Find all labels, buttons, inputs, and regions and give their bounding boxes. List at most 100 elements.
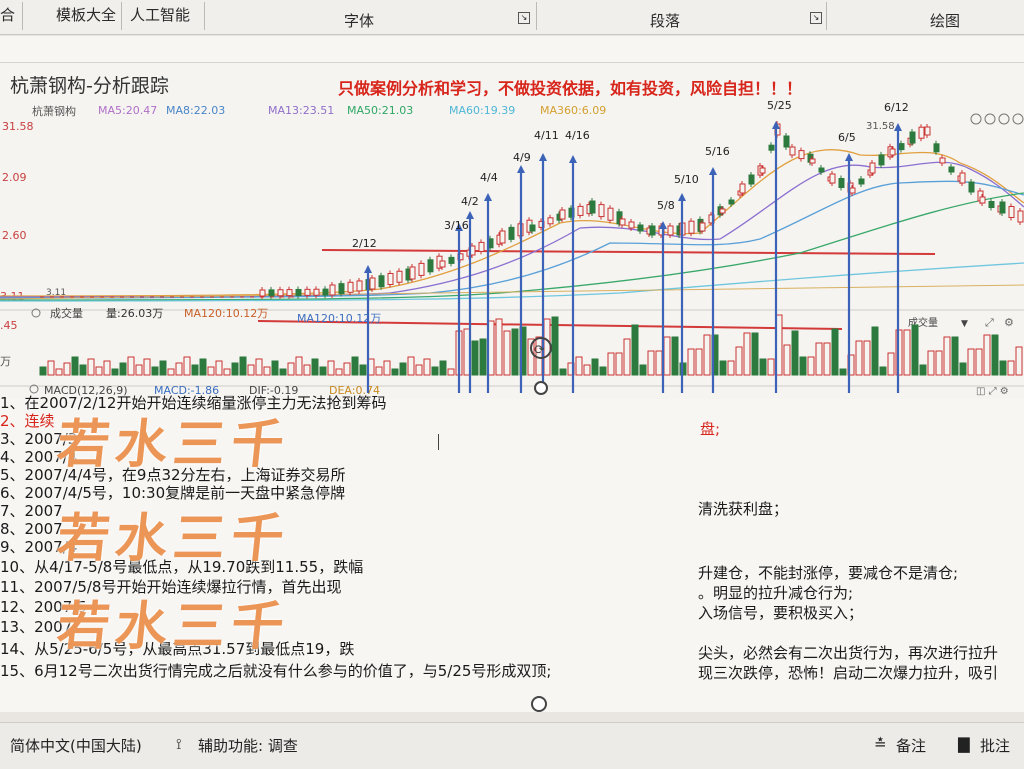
date-label: 5/8 (657, 199, 675, 212)
candle-body (427, 259, 434, 273)
ribbon: 合 模板大全 人工智能 字体 ↘ 段落 ↘ 绘图 (0, 0, 1024, 35)
stock-chart-image[interactable]: 杭萧钢构-分析跟踪 只做案例分析和学习，不做投资依据，如有投资，风险自担！！！ … (0, 62, 1024, 399)
accessibility-status[interactable]: 辅助功能: 调查 (198, 735, 298, 756)
candle-body (409, 266, 416, 280)
candle-body (688, 220, 695, 234)
language-status[interactable]: 简体中文(中国大陆) (10, 735, 142, 756)
volume-bar (39, 366, 47, 376)
candle-body (869, 162, 876, 174)
candle-body (1017, 210, 1024, 223)
chart-tool-icon (998, 113, 1010, 125)
candle-body (768, 144, 775, 151)
date-label: 3/16 (444, 219, 469, 232)
candle-body (939, 157, 946, 164)
chart-tool-icon (984, 113, 996, 125)
volume-bar (735, 346, 743, 376)
volume-bar (951, 336, 959, 376)
ma50-label: MA50:21.03 (347, 104, 413, 117)
candle-body (577, 205, 584, 216)
watermark-2: 若水三千 (54, 509, 293, 569)
candle-body (789, 146, 796, 156)
volume-bar (759, 358, 767, 376)
ribbon-separator (204, 2, 205, 30)
ribbon-item-partial[interactable]: 合 (0, 0, 15, 34)
date-label: 4/16 (565, 129, 590, 142)
volume-bar (319, 366, 327, 376)
volume-bar (279, 368, 287, 376)
chart-tool-icon (970, 113, 982, 125)
volume-bar (207, 366, 215, 376)
candle-body (347, 281, 354, 293)
comments-button[interactable]: 批注 (980, 735, 1010, 756)
notes-button[interactable]: 备注 (896, 735, 926, 756)
candle-body (959, 172, 966, 184)
candle-body (295, 288, 302, 296)
candle-body (378, 275, 385, 288)
volume-bar (991, 334, 999, 376)
candle-body (356, 280, 363, 292)
volume-bar (799, 356, 807, 376)
volume-bar (303, 364, 311, 376)
ribbon-group-paragraph: 段落 (650, 12, 681, 30)
volume-bar (559, 368, 567, 376)
candle-body (418, 262, 425, 276)
candle-body (849, 187, 856, 194)
volume-bar (879, 366, 887, 376)
candle-body (369, 277, 376, 290)
paragraph-dialog-launcher-icon[interactable]: ↘ (810, 12, 822, 24)
candle-body (829, 173, 836, 184)
chart-canvas: MA5:20.47 MA8:22.03 MA13:23.51 MA50:21.0… (0, 99, 1024, 397)
candle-body (508, 226, 515, 240)
candle-body (277, 289, 284, 297)
volume-bar (671, 336, 679, 376)
volume-bar (1015, 346, 1023, 376)
ribbon-separator (22, 2, 23, 30)
ribbon-item-ai[interactable]: 人工智能 (130, 0, 190, 34)
candle-body (628, 221, 635, 229)
volume-bar (975, 348, 983, 376)
chevron-down-icon: ▼ (961, 319, 968, 329)
volume-bar (623, 338, 631, 376)
font-dialog-launcher-icon[interactable]: ↘ (518, 12, 530, 24)
volume-title: 成交量 (50, 306, 83, 320)
volume-bar (479, 338, 487, 376)
candle-body (898, 143, 905, 151)
volume-bar (783, 344, 791, 376)
text-line-15: 15、6月12号二次出货行情完成之后就没有什么参与的价值了，与5/25号形成双顶… (0, 662, 552, 680)
candle-body (259, 289, 266, 297)
candle-body (858, 178, 865, 185)
volume-bar (655, 350, 663, 376)
candle-body (909, 131, 916, 144)
candle-body (329, 284, 336, 296)
volume-bar (263, 366, 271, 376)
candlesticks (40, 121, 1024, 299)
volume-bar (575, 356, 583, 376)
date-label: 4/4 (480, 171, 498, 184)
date-label: 6/12 (884, 101, 909, 114)
ribbon-item-templates[interactable]: 模板大全 (56, 0, 116, 34)
notes-icon: ≛ (874, 735, 887, 753)
ma13-label: MA13:23.51 (268, 104, 334, 117)
date-label: 4/11 (534, 129, 559, 142)
candle-body (439, 260, 446, 268)
candle-body (783, 135, 790, 148)
candle-body (878, 154, 885, 166)
volume-bar (999, 360, 1007, 376)
date-arrow-head (709, 167, 717, 175)
volume-bar (919, 364, 927, 376)
volume-bar (695, 348, 703, 376)
candle-body (268, 289, 275, 297)
volume-bar (111, 368, 119, 376)
volume-bar (63, 362, 71, 376)
candle-body (589, 200, 596, 214)
volume-bar (935, 350, 943, 376)
analysis-text-area[interactable]: 1、在2007/2/12开始开始连续缩量涨停主力无法抢到筹码 2、连续 3、20… (0, 388, 1024, 712)
candle-body (739, 183, 746, 194)
candle-body (948, 166, 955, 173)
resize-handle-bottom[interactable] (531, 696, 547, 712)
volume-bar (383, 360, 391, 376)
ma5-label: MA5:20.47 (98, 104, 157, 117)
volume-bar (127, 356, 135, 376)
candle-body (838, 178, 845, 188)
volume-bar (191, 364, 199, 376)
